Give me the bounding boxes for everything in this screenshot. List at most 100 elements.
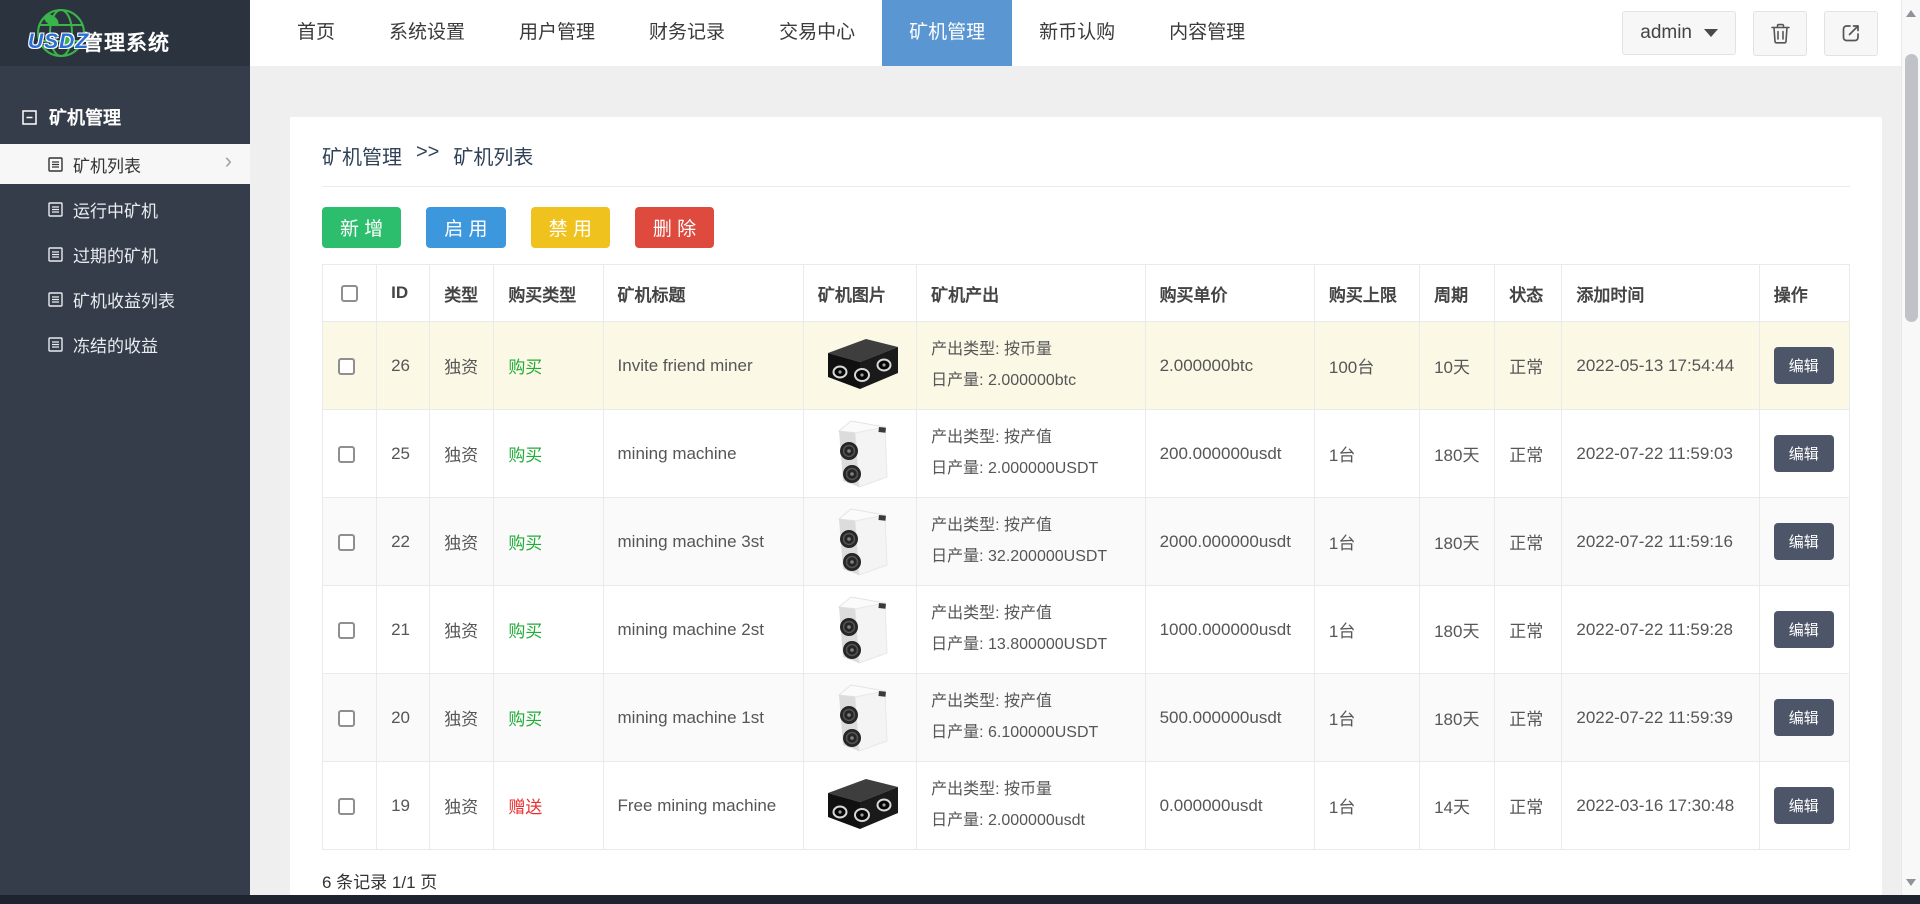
edit-button[interactable]: 编辑 <box>1774 787 1834 824</box>
sidebar-item-running-miners[interactable]: 运行中矿机 <box>0 189 250 229</box>
output-type-line: 产出类型: 按产值 <box>931 599 1138 629</box>
select-all-checkbox[interactable] <box>341 285 358 302</box>
header-actions: 操作 <box>1759 265 1849 322</box>
cell-price: 0.000000usdt <box>1145 762 1314 850</box>
miner-table: ID 类型 购买类型 矿机标题 矿机图片 矿机产出 购买单价 购买上限 周期 状… <box>322 264 1850 850</box>
sidebar-menu: 矿机列表 › 运行中矿机 过期的矿机 矿机收益列表 冻结的收益 <box>0 144 250 364</box>
table-row: 22 独资 购买 mining machine 3st 产出类型: 按产值 日产… <box>323 498 1850 586</box>
row-checkbox[interactable] <box>338 446 355 463</box>
sidebar-item-miner-list[interactable]: 矿机列表 › <box>0 144 250 184</box>
delete-button[interactable]: 删 除 <box>635 207 714 248</box>
cell-added-time: 2022-05-13 17:54:44 <box>1562 322 1759 410</box>
row-checkbox[interactable] <box>338 622 355 639</box>
sidebar-item-frozen-income[interactable]: 冻结的收益 <box>0 324 250 364</box>
scrollbar-down-arrow[interactable] <box>1902 879 1920 886</box>
cell-type: 独资 <box>430 674 494 762</box>
cell-output: 产出类型: 按产值 日产量: 6.100000USDT <box>917 674 1145 762</box>
white-miner-image <box>831 413 889 489</box>
cell-limit: 1台 <box>1314 410 1419 498</box>
sidebar-item-miner-income-list[interactable]: 矿机收益列表 <box>0 279 250 319</box>
top-navbar: 首页 系统设置 用户管理 财务记录 交易中心 矿机管理 新币认购 内容管理 ad… <box>250 0 1920 66</box>
cell-added-time: 2022-07-22 11:59:03 <box>1562 410 1759 498</box>
miner-image <box>818 376 902 395</box>
nav-item-new-coin-subscription[interactable]: 新币认购 <box>1012 0 1142 66</box>
breadcrumb: 矿机管理 >> 矿机列表 <box>322 117 1850 187</box>
cell-period: 180天 <box>1420 586 1495 674</box>
header-output: 矿机产出 <box>917 265 1145 322</box>
nav-item-miner-management[interactable]: 矿机管理 <box>882 0 1012 66</box>
caret-down-icon <box>1704 29 1718 37</box>
breadcrumb-current: 矿机列表 <box>453 141 533 170</box>
cell-buy-type: 购买 <box>494 498 603 586</box>
table-row: 26 独资 购买 Invite friend miner 产出类型: 按币量 日… <box>323 322 1850 410</box>
sidebar: USDZ 管理系统 矿机管理 矿机列表 › 运行中矿机 过期的矿机 <box>0 0 250 904</box>
edit-button[interactable]: 编辑 <box>1774 435 1834 472</box>
cell-type: 独资 <box>430 762 494 850</box>
cell-status: 正常 <box>1495 586 1562 674</box>
scrollbar-up-arrow[interactable] <box>1902 10 1920 17</box>
row-checkbox[interactable] <box>338 710 355 727</box>
cell-period: 10天 <box>1420 322 1495 410</box>
sidebar-section-header[interactable]: 矿机管理 <box>22 104 250 130</box>
cell-status: 正常 <box>1495 674 1562 762</box>
cell-type: 独资 <box>430 410 494 498</box>
output-type-line: 产出类型: 按产值 <box>931 423 1138 453</box>
sidebar-item-expired-miners[interactable]: 过期的矿机 <box>0 234 250 274</box>
output-type-line: 产出类型: 按产值 <box>931 687 1138 717</box>
cell-miner-image <box>803 410 916 498</box>
nav-item-system-settings[interactable]: 系统设置 <box>362 0 492 66</box>
row-checkbox-cell <box>323 498 377 586</box>
cell-price: 1000.000000usdt <box>1145 586 1314 674</box>
cell-price: 2.000000btc <box>1145 322 1314 410</box>
record-summary: 6 条记录 1/1 页 <box>322 868 1850 893</box>
edit-button[interactable]: 编辑 <box>1774 611 1834 648</box>
disable-button[interactable]: 禁 用 <box>531 207 610 248</box>
clear-cache-button[interactable] <box>1753 11 1807 56</box>
output-daily-line: 日产量: 13.800000USDT <box>931 630 1138 660</box>
output-type-line: 产出类型: 按币量 <box>931 335 1138 365</box>
nav-item-user-management[interactable]: 用户管理 <box>492 0 622 66</box>
table-body: 26 独资 购买 Invite friend miner 产出类型: 按币量 日… <box>323 322 1850 850</box>
sidebar-section-title: 矿机管理 <box>49 104 121 130</box>
cell-added-time: 2022-07-22 11:59:28 <box>1562 586 1759 674</box>
logout-button[interactable] <box>1824 11 1878 56</box>
cell-limit: 1台 <box>1314 586 1419 674</box>
edit-button[interactable]: 编辑 <box>1774 523 1834 560</box>
cell-title: Invite friend miner <box>603 322 803 410</box>
cell-title: mining machine 2st <box>603 586 803 674</box>
username: admin <box>1640 22 1692 44</box>
vertical-scrollbar[interactable] <box>1901 0 1920 904</box>
header-limit: 购买上限 <box>1314 265 1419 322</box>
enable-button[interactable]: 启 用 <box>426 207 505 248</box>
add-button[interactable]: 新 增 <box>322 207 401 248</box>
breadcrumb-parent: 矿机管理 <box>322 141 402 170</box>
nav-item-trade-center[interactable]: 交易中心 <box>752 0 882 66</box>
list-icon <box>48 292 63 307</box>
cell-title: Free mining machine <box>603 762 803 850</box>
row-checkbox[interactable] <box>338 798 355 815</box>
table-row: 21 独资 购买 mining machine 2st 产出类型: 按产值 日产… <box>323 586 1850 674</box>
user-dropdown[interactable]: admin <box>1622 11 1736 55</box>
cell-added-time: 2022-07-22 11:59:16 <box>1562 498 1759 586</box>
cell-actions: 编辑 <box>1759 586 1849 674</box>
row-checkbox[interactable] <box>338 534 355 551</box>
nav-item-home[interactable]: 首页 <box>270 0 362 66</box>
nav-item-finance-records[interactable]: 财务记录 <box>622 0 752 66</box>
cell-id: 20 <box>377 674 430 762</box>
header-price: 购买单价 <box>1145 265 1314 322</box>
cell-output: 产出类型: 按产值 日产量: 32.200000USDT <box>917 498 1145 586</box>
black-miner-image <box>818 775 902 831</box>
miner-image <box>818 816 902 835</box>
output-daily-line: 日产量: 6.100000USDT <box>931 718 1138 748</box>
edit-button[interactable]: 编辑 <box>1774 347 1834 384</box>
row-checkbox[interactable] <box>338 358 355 375</box>
scrollbar-thumb[interactable] <box>1905 54 1918 322</box>
cell-actions: 编辑 <box>1759 498 1849 586</box>
content-card: 矿机管理 >> 矿机列表 新 增 启 用 禁 用 删 除 <box>290 117 1882 895</box>
nav-item-content-management[interactable]: 内容管理 <box>1142 0 1272 66</box>
cell-id: 21 <box>377 586 430 674</box>
cell-output: 产出类型: 按产值 日产量: 2.000000USDT <box>917 410 1145 498</box>
row-checkbox-cell <box>323 674 377 762</box>
edit-button[interactable]: 编辑 <box>1774 699 1834 736</box>
sidebar-item-label: 矿机列表 <box>73 152 141 177</box>
